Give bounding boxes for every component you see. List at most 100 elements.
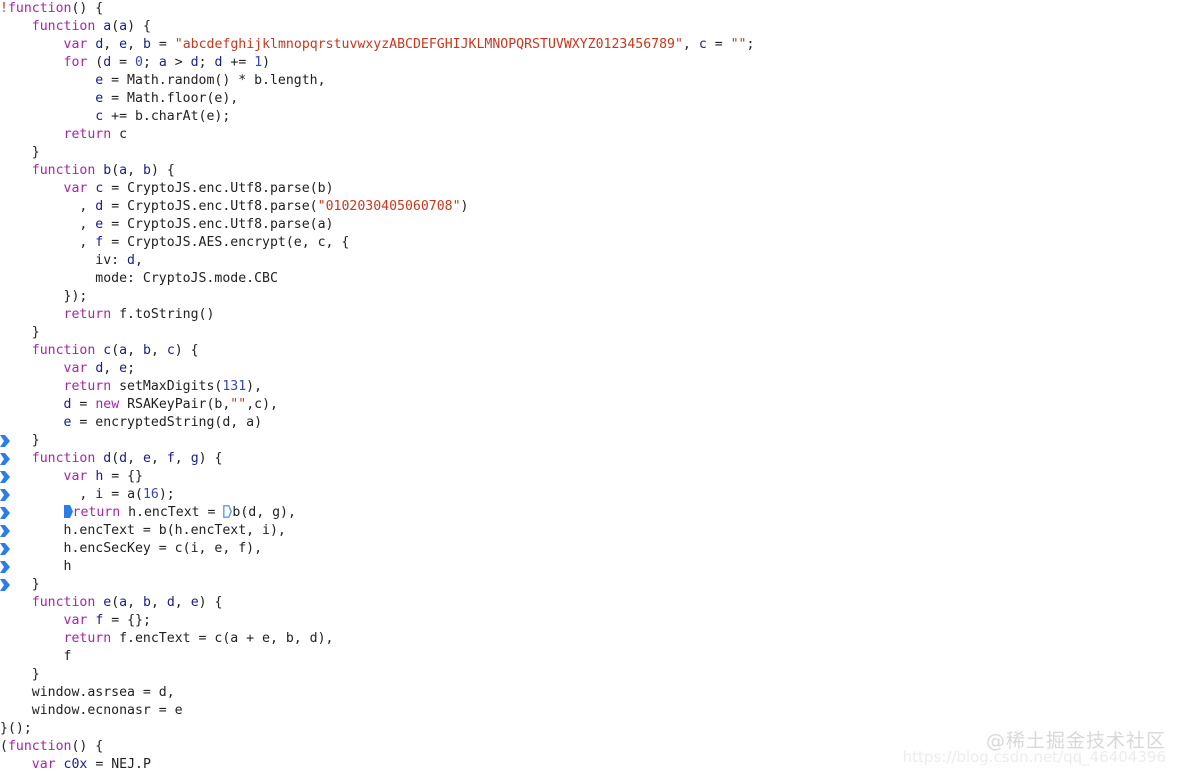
code-token-plain: ) <box>262 55 271 70</box>
code-token-plain: , <box>127 163 143 178</box>
code-token-kw: var <box>63 613 88 628</box>
code-line[interactable]: var c = CryptoJS.enc.Utf8.parse(b) <box>0 180 1180 198</box>
code-token-plain: = CryptoJS.enc.Utf8.parse(b) <box>103 181 334 196</box>
code-line[interactable]: var d, e, b = "abcdefghijklmnopqrstuvwxy… <box>0 36 1180 54</box>
code-token-str: "" <box>730 37 747 52</box>
code-token-kw: function <box>7 1 72 16</box>
code-token-kw: var <box>63 37 88 52</box>
code-token-var: d <box>103 451 112 466</box>
code-line[interactable]: } <box>0 432 1180 450</box>
code-line[interactable]: function b(a, b) { <box>0 162 1180 180</box>
code-line[interactable]: h.encSecKey = c(i, e, f), <box>0 540 1180 558</box>
code-line[interactable]: h <box>0 558 1180 576</box>
code-token-plain: ,c), <box>246 397 278 412</box>
code-editor-pane[interactable]: !function() { function a(a) { var d, e, … <box>0 0 1180 774</box>
code-line[interactable]: e = Math.random() * b.length, <box>0 72 1180 90</box>
code-token-var: b <box>143 37 151 52</box>
code-line-text: h.encSecKey = c(i, e, f), <box>0 540 263 558</box>
code-line[interactable]: iv: d, <box>0 252 1180 270</box>
code-token-var: a <box>119 19 128 34</box>
code-line[interactable]: return setMaxDigits(131), <box>0 378 1180 396</box>
code-token-var: d <box>127 253 135 268</box>
code-line[interactable]: (function() { <box>0 738 1180 756</box>
code-line[interactable]: return c <box>0 126 1180 144</box>
code-token-plain: ( <box>111 595 120 610</box>
code-token-plain: ; <box>142 55 159 70</box>
code-line-text: } <box>0 666 40 684</box>
code-line-text: , e = CryptoJS.enc.Utf8.parse(a) <box>0 216 333 234</box>
code-line-text: function c(a, b, c) { <box>0 342 199 360</box>
code-line[interactable]: !function() { <box>0 0 1180 18</box>
code-line[interactable]: } <box>0 144 1180 162</box>
code-line[interactable]: function e(a, b, d, e) { <box>0 594 1180 612</box>
code-token-plain: ( <box>111 451 120 466</box>
code-line[interactable]: var h = {} <box>0 468 1180 486</box>
code-token-var: c <box>103 343 112 358</box>
code-line[interactable]: f <box>0 648 1180 666</box>
code-line-text: } <box>0 144 40 162</box>
code-line[interactable]: var d, e; <box>0 360 1180 378</box>
code-line[interactable]: return h.encText = b(d, g), <box>0 504 1180 522</box>
code-token-plain: , <box>150 595 167 610</box>
code-line[interactable]: function d(d, e, f, g) { <box>0 450 1180 468</box>
code-line[interactable]: , i = a(16); <box>0 486 1180 504</box>
code-line[interactable]: window.ecnonasr = e <box>0 702 1180 720</box>
code-token-var: e <box>103 595 112 610</box>
code-line[interactable]: return f.encText = c(a + e, b, d), <box>0 630 1180 648</box>
code-line-text: var d, e, b = "abcdefghijklmnopqrstuvwxy… <box>0 36 755 54</box>
code-token-plain: ), <box>246 379 263 394</box>
code-line[interactable]: var c0x = NEJ.P <box>0 756 1180 774</box>
code-token-var: a <box>119 163 128 178</box>
code-line[interactable]: h.encText = b(h.encText, i), <box>0 522 1180 540</box>
code-token-kw: function <box>31 343 96 358</box>
code-line-text: }); <box>0 288 88 306</box>
code-token-kw: function <box>31 19 96 34</box>
code-line[interactable]: e = encryptedString(d, a) <box>0 414 1180 432</box>
code-line[interactable]: var f = {}; <box>0 612 1180 630</box>
code-line-text: return h.encText = b(d, g), <box>0 504 296 522</box>
code-token-var: e <box>143 451 151 466</box>
code-line[interactable]: function a(a) { <box>0 18 1180 36</box>
code-token-plain: ; <box>746 37 755 52</box>
code-line[interactable]: window.asrsea = d, <box>0 684 1180 702</box>
code-token-str: "" <box>230 397 247 412</box>
code-token-plain: h.encText = <box>120 505 224 520</box>
code-token-plain: , <box>79 199 96 214</box>
code-token-plain: , <box>150 343 167 358</box>
code-token-plain: , <box>79 217 96 232</box>
code-line[interactable]: }(); <box>0 720 1180 738</box>
code-line[interactable]: } <box>0 666 1180 684</box>
code-line[interactable]: d = new RSAKeyPair(b,"",c), <box>0 396 1180 414</box>
code-token-plain: = encryptedString(d, a) <box>71 415 263 430</box>
code-token-plain: , <box>127 37 143 52</box>
code-line-text: var c0x = NEJ.P <box>0 756 151 774</box>
code-token-kw: function <box>31 163 96 178</box>
code-line[interactable]: } <box>0 576 1180 594</box>
code-line[interactable]: return f.toString() <box>0 306 1180 324</box>
code-line[interactable]: , e = CryptoJS.enc.Utf8.parse(a) <box>0 216 1180 234</box>
code-line-text: iv: d, <box>0 252 143 270</box>
inline-caret-marker-filled <box>63 505 73 518</box>
code-token-var: d <box>166 595 175 610</box>
code-line[interactable]: for (d = 0; a > d; d += 1) <box>0 54 1180 72</box>
code-line[interactable]: function c(a, b, c) { <box>0 342 1180 360</box>
code-line[interactable]: , d = CryptoJS.enc.Utf8.parse("010203040… <box>0 198 1180 216</box>
code-line[interactable]: e = Math.floor(e), <box>0 90 1180 108</box>
code-line[interactable]: , f = CryptoJS.AES.encrypt(e, c, { <box>0 234 1180 252</box>
code-line[interactable]: } <box>0 324 1180 342</box>
code-line[interactable]: }); <box>0 288 1180 306</box>
code-lines-container[interactable]: !function() { function a(a) { var d, e, … <box>0 0 1180 774</box>
code-token-plain: ( <box>111 19 120 34</box>
code-line[interactable]: c += b.charAt(e); <box>0 108 1180 126</box>
code-token-var: d <box>190 55 199 70</box>
code-token-var: b <box>143 163 151 178</box>
code-line[interactable]: mode: CryptoJS.mode.CBC <box>0 270 1180 288</box>
